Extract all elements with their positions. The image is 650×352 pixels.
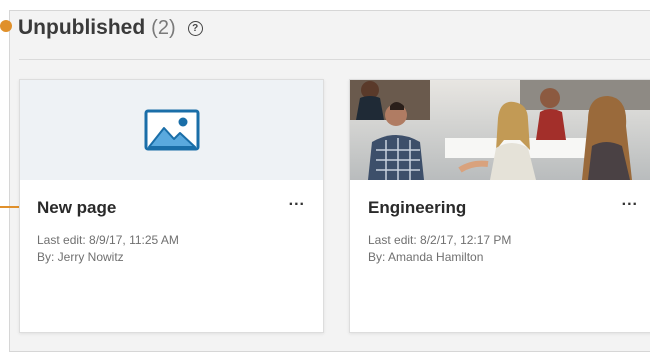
section-title: Unpublished [18, 16, 146, 39]
card-title[interactable]: Engineering [368, 198, 466, 218]
card-thumbnail [20, 80, 323, 180]
author-text: By: Amanda Hamilton [368, 250, 484, 264]
section-count: (2) [151, 16, 176, 39]
card-thumbnail-photo [350, 80, 650, 180]
question-circle-icon[interactable]: ? [187, 20, 203, 36]
more-options-button[interactable]: ... [289, 192, 305, 210]
section-divider [19, 59, 650, 60]
last-edit-text: Last edit: 8/2/17, 12:17 PM [368, 233, 512, 247]
office-meeting-photo [350, 80, 650, 180]
more-options-button[interactable]: ... [622, 192, 638, 210]
page-card-new-page[interactable]: New page ... Last edit: 8/9/17, 11:25 AM… [19, 79, 324, 333]
author-text: By: Jerry Nowitz [37, 250, 124, 264]
callout-dot-title [0, 20, 12, 32]
image-placeholder-icon [144, 109, 199, 151]
section-header: Unpublished (2) ? [18, 13, 203, 43]
card-title[interactable]: New page [37, 198, 116, 218]
card-meta: Last edit: 8/9/17, 11:25 AM By: Jerry No… [37, 232, 179, 266]
last-edit-text: Last edit: 8/9/17, 11:25 AM [37, 233, 179, 247]
card-meta: Last edit: 8/2/17, 12:17 PM By: Amanda H… [368, 232, 511, 266]
page-card-engineering[interactable]: Engineering ... Last edit: 8/2/17, 12:17… [349, 79, 650, 333]
